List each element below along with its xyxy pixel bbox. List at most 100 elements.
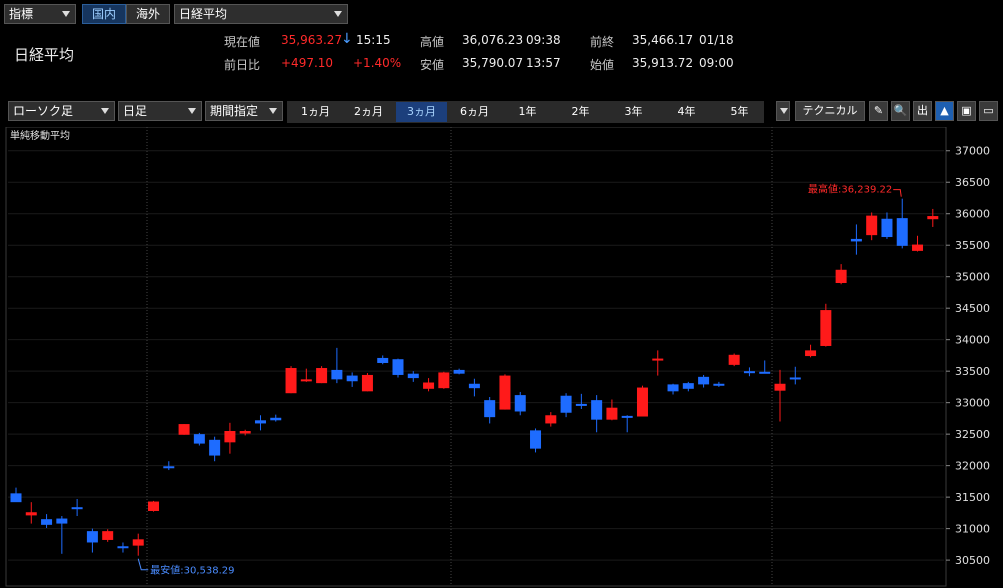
indicator-select[interactable]: 指標 [4, 4, 76, 24]
current-time: 15:15 [356, 33, 391, 47]
overlay-label: 単純移動平均 [10, 129, 70, 142]
candlestick-chart[interactable]: 単純移動平均 30500 31000 31500 32000 32500 33000 335… [0, 127, 1003, 587]
period-tab-8[interactable]: 5年 [714, 102, 765, 122]
candle-body [254, 420, 266, 424]
candle-body [499, 375, 511, 410]
chevron-down-icon [62, 11, 70, 17]
candle-body [591, 400, 603, 420]
current-label: 現在値 [224, 35, 261, 49]
y-tick-label: 33000 [955, 397, 990, 410]
candle-body [820, 310, 832, 346]
low-time: 13:57 [526, 56, 561, 70]
indicator-select-label: 指標 [9, 7, 34, 21]
candle-body [407, 373, 419, 379]
candle-body [698, 376, 710, 385]
pencil-icon[interactable]: ✎ [869, 101, 888, 121]
period-tab-6[interactable]: 3年 [608, 102, 659, 122]
change-value: +497.10 [281, 56, 334, 70]
candle-body [545, 415, 557, 424]
period-tab-3[interactable]: 6ヵ月 [449, 102, 500, 122]
y-tick-label: 32000 [955, 460, 990, 473]
open-label: 始値 [590, 58, 615, 72]
range-mode-select[interactable]: 期間指定 [205, 101, 283, 121]
candle-body [163, 466, 175, 469]
candle-body [881, 218, 893, 238]
candle-body [896, 218, 908, 246]
y-tick-label: 36500 [955, 176, 990, 189]
candle-body [621, 415, 633, 418]
y-tick-label: 31500 [955, 491, 990, 504]
period-tab-1[interactable]: 2ヵ月 [343, 102, 394, 122]
zoom-icon[interactable]: 🔍 [891, 101, 910, 121]
candle-body [285, 368, 297, 394]
chart-type-select[interactable]: ローソク足 [8, 101, 115, 121]
candle-body [652, 358, 664, 361]
symbol-select-label: 日経平均 [179, 7, 228, 21]
candle-body [41, 519, 53, 525]
candle-body [117, 546, 129, 549]
output-icon[interactable]: 出 [913, 101, 932, 121]
candle-body [743, 371, 755, 374]
candle-body [530, 430, 542, 449]
candle-body [316, 368, 328, 384]
candle-body [667, 384, 679, 392]
y-tick-label: 34000 [955, 334, 990, 347]
symbol-select[interactable]: 日経平均 [174, 4, 348, 24]
candle-body [392, 359, 404, 375]
candle-body [514, 395, 526, 412]
period-tab-0[interactable]: 1ヵ月 [290, 102, 341, 122]
high-annotation: 最高値:36,239.22 [808, 183, 892, 196]
candle-body [438, 372, 450, 389]
chevron-down-icon [269, 108, 277, 114]
candle-body [927, 216, 939, 220]
change-percent: +1.40% [353, 56, 402, 70]
candle-body [102, 531, 114, 540]
candle-body [912, 244, 924, 251]
prev-close-label: 前終 [590, 35, 615, 49]
chevron-down-icon [188, 108, 196, 114]
y-tick-label: 32500 [955, 428, 990, 441]
candle-body [209, 439, 221, 456]
tab-domestic[interactable]: 国内 [82, 4, 126, 24]
candle-body [423, 382, 435, 389]
symbol-name: 日経平均 [14, 46, 75, 64]
candle-body [331, 369, 343, 380]
candle-body [148, 501, 160, 511]
period-dropdown-button[interactable] [776, 101, 790, 121]
low-label: 安値 [420, 58, 445, 72]
candle-body [270, 417, 282, 421]
candle-body [774, 383, 786, 391]
candle-body [453, 369, 465, 374]
candle-body [10, 493, 22, 503]
candle-body [346, 375, 358, 382]
candle-body [759, 371, 771, 374]
prev-close-date: 01/18 [699, 33, 734, 47]
candle-body [132, 539, 144, 546]
candle-body [239, 431, 251, 434]
period-tab-2[interactable]: 3ヵ月 [396, 102, 447, 122]
candle-body [560, 395, 572, 413]
technical-button[interactable]: テクニカル [795, 101, 865, 121]
save-icon[interactable]: ▣ [957, 101, 976, 121]
period-tab-7[interactable]: 4年 [661, 102, 712, 122]
folder-icon[interactable]: ▭ [979, 101, 998, 121]
candle-body [361, 374, 373, 392]
tab-overseas[interactable]: 海外 [126, 4, 170, 24]
candle-body [866, 215, 878, 236]
current-value: 35,963.27 [281, 33, 343, 47]
candle-body [484, 400, 496, 418]
candle-body [178, 424, 190, 435]
chevron-down-icon [101, 108, 109, 114]
interval-select[interactable]: 日足 [118, 101, 202, 121]
current-arrow-icon: ↓ [341, 31, 353, 47]
open-value: 35,913.72 [632, 56, 694, 70]
candle-body [850, 238, 862, 242]
period-tab-4[interactable]: 1年 [502, 102, 553, 122]
interval-label: 日足 [123, 104, 148, 118]
period-tab-5[interactable]: 2年 [555, 102, 606, 122]
candle-body [71, 507, 83, 510]
y-tick-label: 30500 [955, 554, 990, 567]
y-tick-label: 31000 [955, 523, 990, 536]
candle-body [575, 403, 587, 406]
chart-line-icon[interactable]: ▲ [935, 101, 954, 121]
